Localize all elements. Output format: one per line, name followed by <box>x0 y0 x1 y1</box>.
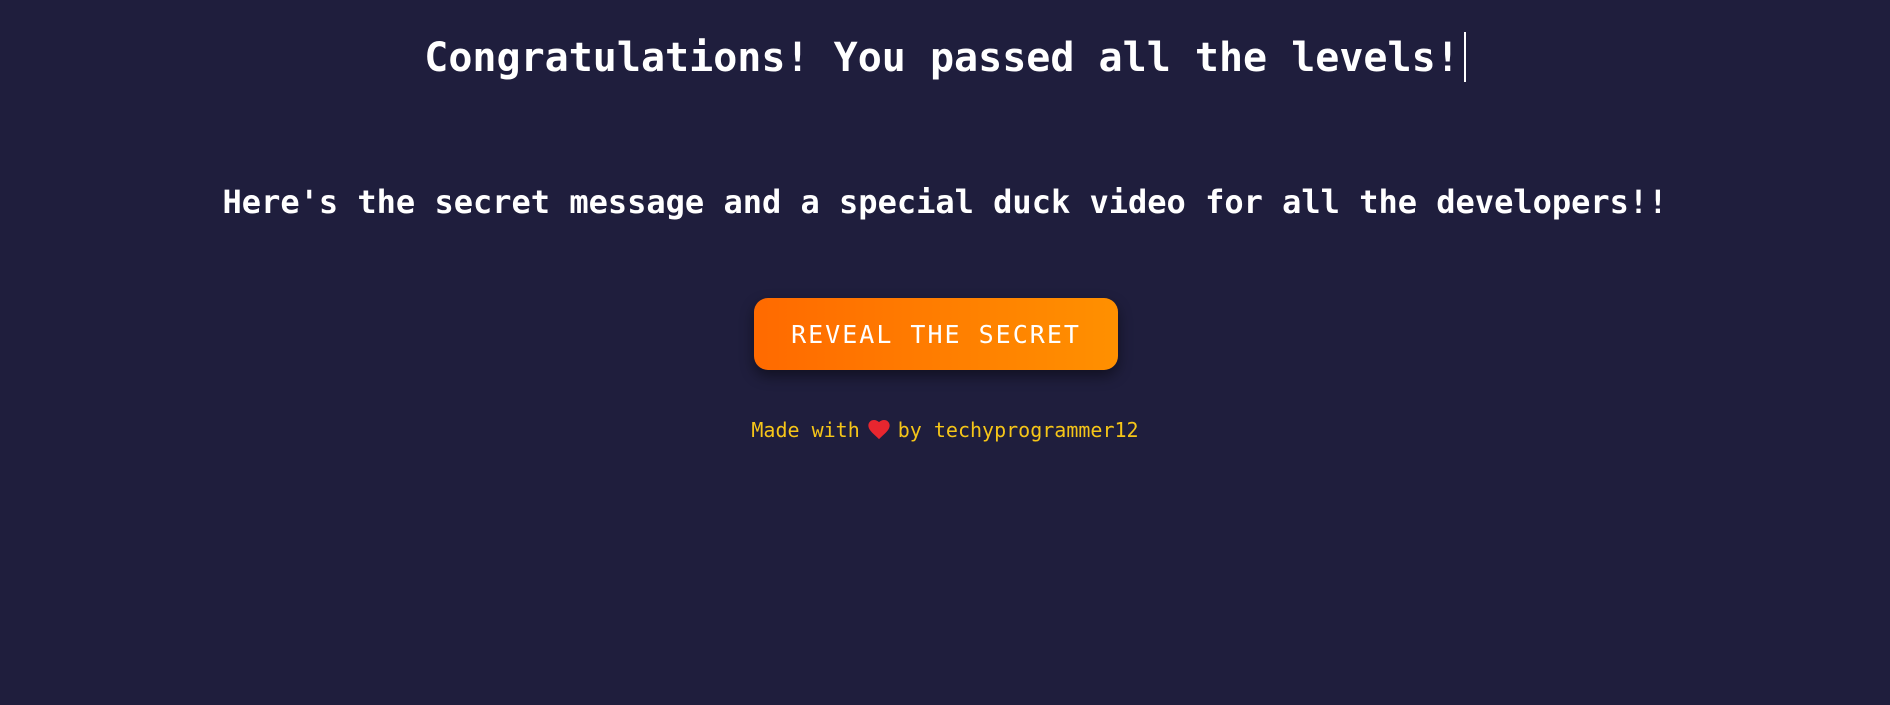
footer-suffix: by techyprogrammer12 <box>897 418 1139 442</box>
page-title-text: Congratulations! You passed all the leve… <box>424 35 1460 81</box>
secret-message-intro-text: Here's the secret message and a special … <box>222 183 1668 221</box>
secret-message-intro: Here's the secret message and a special … <box>0 180 1890 224</box>
text-cursor <box>1463 32 1466 82</box>
footer-credit: Made with by techyprogrammer12 <box>0 416 1890 444</box>
page-title: Congratulations! You passed all the leve… <box>0 30 1890 86</box>
reveal-secret-button-label: REVEAL THE SECRET <box>791 319 1081 349</box>
footer-prefix: Made with <box>751 418 860 442</box>
reveal-secret-button[interactable]: REVEAL THE SECRET <box>754 298 1118 370</box>
page: Congratulations! You passed all the leve… <box>0 0 1890 705</box>
heart-icon <box>868 419 890 439</box>
